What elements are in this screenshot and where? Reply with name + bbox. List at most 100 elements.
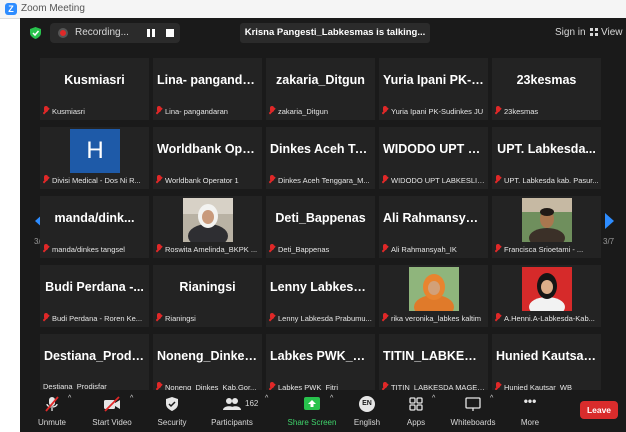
meeting-area: Recording... Krisna Pangesti_Labkesmas i… xyxy=(20,18,626,432)
grid-view-icon xyxy=(590,28,598,36)
participant-display-name: zakaria_Ditgun xyxy=(276,73,365,87)
participant-video-thumbnail xyxy=(522,198,572,242)
participant-display-name: Rianingsi xyxy=(179,280,236,294)
participant-display-name: TITIN_LABKESD... xyxy=(383,349,488,363)
participant-name-label: Deti_Bappenas xyxy=(269,244,373,255)
participant-name-label: 23kesmas xyxy=(495,106,599,117)
more-button[interactable]: ••• More xyxy=(500,394,560,430)
participant-name-text: Lina- pangandaran xyxy=(165,107,228,116)
participant-display-name: Noneng_Dinkes... xyxy=(157,349,262,363)
muted-mic-icon xyxy=(43,244,49,253)
participant-display-name: 23kesmas xyxy=(516,73,577,87)
participant-tile[interactable]: Lina- panganda... Lina- pangandaran xyxy=(153,58,262,120)
participant-tile[interactable]: Labkes PWK_Fitri Labkes PWK_Fitri xyxy=(266,334,375,396)
participant-tile[interactable]: H Divisi Medical - Dos Ni R... xyxy=(40,127,149,189)
participant-name-text: Ali Rahmansyah_IK xyxy=(391,245,457,254)
participant-name-label: Ali Rahmansyah_IK xyxy=(382,244,486,255)
participant-display-name: Ali Rahmansyah... xyxy=(383,211,488,225)
participant-tile[interactable]: Yuria Ipani PK-S... Yuria Ipani PK-Sudink… xyxy=(379,58,488,120)
participant-name-label: WIDODO UPT LABKESLIN... xyxy=(382,175,486,186)
stop-recording-icon[interactable] xyxy=(166,29,174,37)
participant-name-label: UPT. Labkesda kab. Pasur... xyxy=(495,175,599,186)
participant-tile[interactable]: zakaria_Ditgun zakaria_Ditgun xyxy=(266,58,375,120)
participant-tile[interactable]: Budi Perdana -... Budi Perdana - Roren Ke… xyxy=(40,265,149,327)
pause-recording-icon[interactable] xyxy=(146,29,156,37)
apps-icon xyxy=(409,397,423,411)
meeting-topbar: Recording... Krisna Pangesti_Labkesmas i… xyxy=(20,18,626,48)
participant-display-name: Deti_Bappenas xyxy=(275,211,366,225)
video-options-chevron-icon[interactable]: ^ xyxy=(130,395,133,402)
participants-button[interactable]: 162 Participants xyxy=(202,394,262,430)
participant-tile[interactable]: Destiana_Prodis... Destiana_Prodisfar xyxy=(40,334,149,396)
window-titlebar: Z Zoom Meeting xyxy=(0,0,626,19)
participant-tile[interactable]: Rianingsi Rianingsi xyxy=(153,265,262,327)
participant-display-name: Dinkes Aceh Te... xyxy=(270,142,373,156)
participant-video-thumbnail xyxy=(183,198,233,242)
participant-tile[interactable]: Lenny Labkesda... Lenny Labkesda Prabumu.… xyxy=(266,265,375,327)
participant-name-label: Lenny Labkesda Prabumu... xyxy=(269,313,373,324)
participant-tile[interactable]: 23kesmas 23kesmas xyxy=(492,58,601,120)
muted-mic-icon xyxy=(382,106,388,115)
participant-tile[interactable]: Roswita Amelinda_BKPK ... xyxy=(153,196,262,258)
sign-in-link[interactable]: Sign in xyxy=(555,27,586,38)
participant-display-name: Yuria Ipani PK-S... xyxy=(383,73,488,87)
participant-name-text: Roswita Amelinda_BKPK ... xyxy=(165,245,258,254)
muted-mic-icon xyxy=(43,106,49,115)
view-button[interactable]: View xyxy=(590,27,623,38)
participant-name-label: manda/dinkes tangsel xyxy=(43,244,147,255)
participant-display-name: Worldbank Ope... xyxy=(157,142,260,156)
participant-name-text: zakaria_Ditgun xyxy=(278,107,329,116)
participant-name-label: Divisi Medical - Dos Ni R... xyxy=(43,175,147,186)
participant-tile[interactable]: Ali Rahmansyah... Ali Rahmansyah_IK xyxy=(379,196,488,258)
participant-tile[interactable]: UPT. Labkesda... UPT. Labkesda kab. Pasur… xyxy=(492,127,601,189)
participant-tile[interactable]: manda/dink... manda/dinkes tangsel xyxy=(40,196,149,258)
participant-tile[interactable]: Dinkes Aceh Te... Dinkes Aceh Tenggara_M.… xyxy=(266,127,375,189)
muted-mic-icon xyxy=(156,313,162,322)
share-options-chevron-icon[interactable]: ^ xyxy=(330,395,333,402)
active-speaker-banner: Krisna Pangesti_Labkesmas is talking... xyxy=(240,23,430,43)
muted-mic-icon xyxy=(269,106,275,115)
participants-label: Participants xyxy=(211,418,253,427)
participant-tile[interactable]: Hunied Kautsar... Hunied Kautsar_WB xyxy=(492,334,601,396)
muted-mic-icon xyxy=(156,106,162,115)
muted-mic-icon xyxy=(495,106,501,115)
leave-button[interactable]: Leave xyxy=(580,401,618,419)
participant-tile[interactable]: WIDODO UPT L... WIDODO UPT LABKESLIN... xyxy=(379,127,488,189)
muted-mic-icon xyxy=(45,396,59,412)
participant-tile[interactable]: Francisca Srioetami - ... xyxy=(492,196,601,258)
participant-tile[interactable]: Noneng_Dinkes... Noneng_Dinkes_Kab.Gor... xyxy=(153,334,262,396)
shield-icon[interactable] xyxy=(30,27,41,39)
muted-mic-icon xyxy=(382,175,388,184)
participant-name-label: Francisca Srioetami - ... xyxy=(495,244,599,255)
participant-tile[interactable]: A.Henni.A-Labkesda-Kab... xyxy=(492,265,601,327)
participant-tile[interactable]: TITIN_LABKESD... TITIN_LABKESDA MAGET... xyxy=(379,334,488,396)
muted-mic-icon xyxy=(43,313,49,322)
whiteboard-icon xyxy=(465,397,481,411)
more-label: More xyxy=(520,418,540,427)
participants-chevron-icon[interactable]: ^ xyxy=(265,395,268,402)
audio-options-chevron-icon[interactable]: ^ xyxy=(68,395,71,402)
participant-name-label: Kusmiasri xyxy=(43,106,147,117)
apps-chevron-icon[interactable]: ^ xyxy=(432,395,435,402)
recording-label: Recording... xyxy=(75,27,129,38)
participant-display-name: manda/dink... xyxy=(54,211,135,225)
participant-name-text: Yuria Ipani PK-Sudinkes JU xyxy=(391,107,484,116)
participant-display-name: Budi Perdana -... xyxy=(45,280,144,294)
participant-name-label: A.Henni.A-Labkesda-Kab... xyxy=(495,313,599,324)
participant-name-text: Rianingsi xyxy=(165,314,196,323)
participant-name-text: Lenny Labkesda Prabumu... xyxy=(278,314,372,323)
whiteboards-chevron-icon[interactable]: ^ xyxy=(490,395,493,402)
participant-tile[interactable]: Kusmiasri Kusmiasri xyxy=(40,58,149,120)
participant-name-text: Deti_Bappenas xyxy=(278,245,330,254)
participant-display-name: Hunied Kautsar... xyxy=(496,349,599,363)
more-dots-icon: ••• xyxy=(523,394,537,408)
participant-tile[interactable]: Deti_Bappenas Deti_Bappenas xyxy=(266,196,375,258)
participant-avatar: H xyxy=(70,129,120,173)
participant-display-name: Labkes PWK_Fitri xyxy=(270,349,375,363)
participant-name-text: rika veronika_labkes kaltim xyxy=(391,314,482,323)
participant-tile[interactable]: Worldbank Ope... Worldbank Operator 1 xyxy=(153,127,262,189)
participant-tile[interactable]: rika veronika_labkes kaltim xyxy=(379,265,488,327)
participant-name-label: rika veronika_labkes kaltim xyxy=(382,313,486,324)
participant-name-text: Worldbank Operator 1 xyxy=(165,176,239,185)
next-page-arrow-icon[interactable] xyxy=(605,213,614,229)
